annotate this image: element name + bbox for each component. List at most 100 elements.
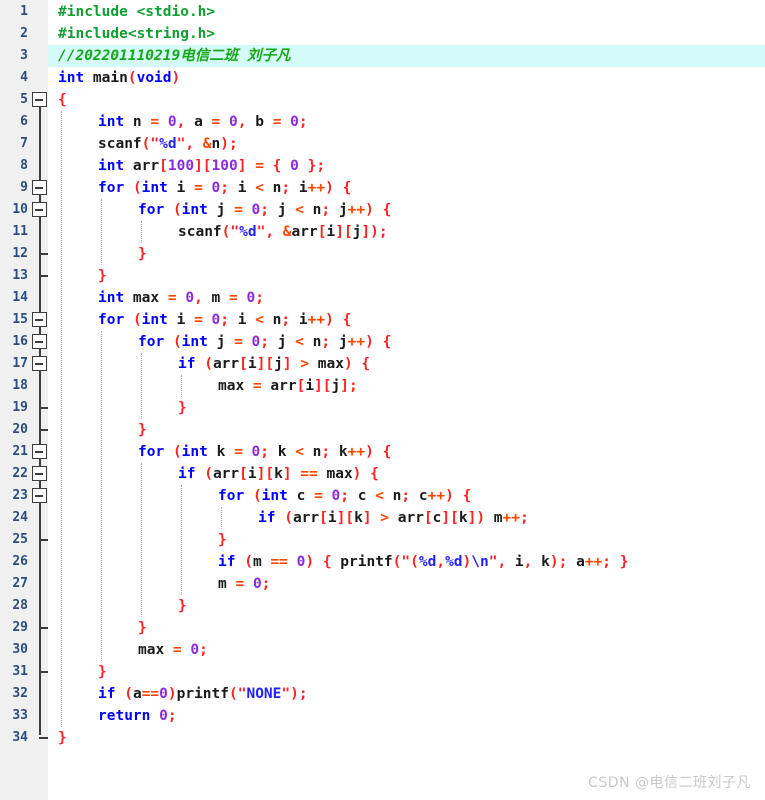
- token-id: [159, 114, 168, 130]
- token-id: k: [274, 466, 283, 482]
- token-punc: ;: [260, 444, 270, 460]
- line-number: 29: [12, 620, 28, 635]
- token-punc: ]: [361, 224, 371, 240]
- code-line[interactable]: #include <stdio.h>: [58, 1, 215, 23]
- token-punc: ;: [321, 202, 331, 218]
- fold-collapse-icon[interactable]: [32, 334, 47, 349]
- code-line[interactable]: m = 0;: [218, 573, 270, 595]
- token-id: n: [383, 488, 402, 504]
- code-line[interactable]: }: [178, 397, 187, 419]
- code-line[interactable]: }: [218, 529, 227, 551]
- code-line[interactable]: if (m == 0) { printf("(%d,%d)\n", i, k);…: [218, 551, 628, 573]
- gutter-row[interactable]: 3: [0, 45, 48, 67]
- token-id: arr: [291, 224, 318, 240]
- code-line[interactable]: }: [138, 419, 147, 441]
- fold-collapse-icon[interactable]: [32, 202, 47, 217]
- fold-collapse-icon[interactable]: [32, 488, 47, 503]
- code-editor[interactable]: 1 2 3 4 5 6 7 8 9 10 11 12 13 14 15 16 17 18 19 20 21 22 23 24 2…: [0, 0, 765, 800]
- code-line[interactable]: if (a==0)printf("NONE");: [98, 683, 308, 705]
- code-line[interactable]: }: [138, 243, 147, 265]
- token-op: <: [295, 202, 304, 218]
- token-op: ==: [270, 554, 288, 570]
- code-content-area[interactable]: #include <stdio.h> #include<string.h> //20…: [48, 0, 765, 800]
- line-number: 7: [20, 136, 28, 151]
- token-id: [374, 444, 383, 460]
- code-line[interactable]: scanf("%d", &n);: [98, 133, 238, 155]
- code-line[interactable]: }: [98, 265, 107, 287]
- code-line[interactable]: for (int j = 0; j < n; j++) {: [138, 331, 391, 353]
- gutter-row[interactable]: 1: [0, 1, 48, 23]
- code-line[interactable]: int max = 0, m = 0;: [98, 287, 264, 309]
- code-line[interactable]: int arr[100][100] = { 0 };: [98, 155, 325, 177]
- token-id: [454, 488, 463, 504]
- code-line[interactable]: for (int i = 0; i < n; i++) {: [98, 177, 351, 199]
- token-punc: (: [127, 70, 137, 86]
- gutter-row[interactable]: 2: [0, 23, 48, 45]
- token-id: [334, 180, 343, 196]
- code-line[interactable]: for (int k = 0; k < n; k++) {: [138, 441, 391, 463]
- code-line[interactable]: return 0;: [98, 705, 177, 727]
- token-punc: ]: [282, 466, 292, 482]
- editor-gutter[interactable]: 1 2 3 4 5 6 7 8 9 10 11 12 13 14 15 16 17 18 19 20 21 22 23 24 2…: [0, 0, 48, 800]
- gutter-row[interactable]: 4: [0, 67, 48, 89]
- code-line[interactable]: #include<string.h>: [58, 23, 215, 45]
- token-punc: [: [239, 466, 248, 482]
- code-line[interactable]: }: [98, 661, 107, 683]
- token-id: c: [287, 488, 315, 504]
- line-number: 3: [20, 48, 28, 63]
- token-punc: [: [296, 378, 306, 394]
- code-line[interactable]: for (int i = 0; i < n; i++) {: [98, 309, 351, 331]
- token-fmt: \n: [471, 554, 489, 570]
- token-punc: (: [132, 312, 142, 328]
- code-line[interactable]: for (int c = 0; c < n; c++) {: [218, 485, 471, 507]
- token-punc: ;: [321, 444, 331, 460]
- token-id: printf: [176, 686, 229, 702]
- fold-collapse-icon[interactable]: [32, 444, 47, 459]
- token-id: i: [167, 312, 195, 328]
- code-line[interactable]: }: [138, 617, 147, 639]
- fold-collapse-icon[interactable]: [32, 92, 47, 107]
- token-cmt: //202201110219电信二班 刘子凡: [58, 48, 291, 64]
- token-num: 0: [252, 576, 262, 592]
- token-punc: ;: [316, 158, 326, 174]
- code-line[interactable]: int n = 0, a = 0, b = 0;: [98, 111, 308, 133]
- token-punc: [: [343, 224, 353, 240]
- code-line[interactable]: int main(void): [58, 67, 180, 89]
- fold-collapse-icon[interactable]: [32, 356, 47, 371]
- code-line[interactable]: if (arr[i][k] == max) {: [178, 463, 379, 485]
- code-line[interactable]: max = 0;: [138, 639, 208, 661]
- token-punc: ,: [265, 224, 275, 240]
- token-punc: }: [98, 268, 107, 284]
- fold-collapse-icon[interactable]: [32, 466, 47, 481]
- code-line[interactable]: for (int j = 0; j < n; j++) {: [138, 199, 391, 221]
- line-number: 6: [20, 114, 28, 129]
- code-line[interactable]: {: [58, 89, 67, 111]
- token-punc: ;: [255, 290, 264, 306]
- code-line[interactable]: if (arr[i][k] > arr[c][k]) m++;: [258, 507, 529, 529]
- token-punc: (: [204, 356, 213, 372]
- fold-collapse-icon[interactable]: [32, 312, 47, 327]
- token-punc: ): [549, 554, 559, 570]
- token-id: [275, 510, 284, 526]
- token-id: [115, 686, 124, 702]
- code-line[interactable]: //202201110219电信二班 刘子凡: [58, 45, 290, 67]
- token-id: arr: [261, 378, 297, 394]
- code-line[interactable]: if (arr[i][j] > max) {: [178, 353, 370, 375]
- line-number: 33: [12, 708, 28, 723]
- code-line[interactable]: }: [58, 727, 67, 749]
- indent-guide: [221, 507, 223, 529]
- token-num: 0: [167, 114, 177, 130]
- line-number: 34: [12, 730, 28, 745]
- token-id: i: [305, 378, 315, 394]
- fold-collapse-icon[interactable]: [32, 180, 47, 195]
- token-punc: [: [159, 158, 168, 174]
- token-id: c: [410, 488, 428, 504]
- code-line[interactable]: max = arr[i][j];: [218, 375, 358, 397]
- token-id: [281, 158, 290, 174]
- code-line[interactable]: }: [178, 595, 187, 617]
- token-id: m: [202, 290, 229, 306]
- token-id: [264, 158, 273, 174]
- token-kw: for: [138, 334, 165, 350]
- code-line[interactable]: scanf("%d", &arr[i][j]);: [178, 221, 388, 243]
- token-op: =: [252, 378, 262, 394]
